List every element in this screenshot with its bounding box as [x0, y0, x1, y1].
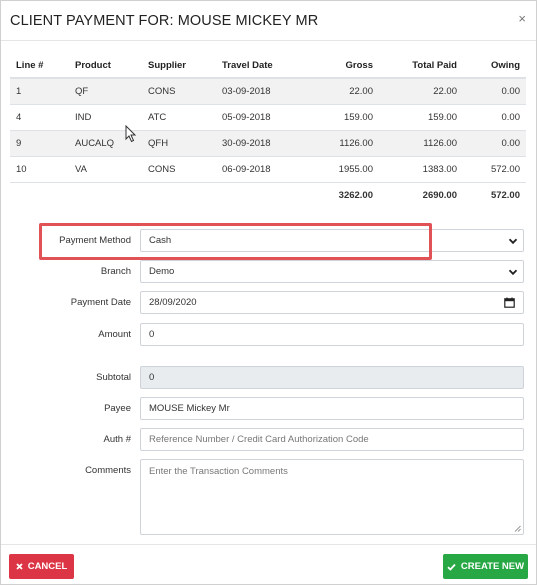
total-paid: 2690.00	[379, 181, 463, 208]
cancel-button[interactable]: CANCEL	[9, 554, 74, 579]
resize-grip-icon[interactable]	[514, 525, 521, 532]
amount-value: 0	[149, 329, 155, 340]
cancel-button-label: CANCEL	[27, 561, 68, 572]
column-header-product: Product	[69, 53, 142, 79]
payment-date-input[interactable]: 28/09/2020	[140, 291, 524, 314]
column-header-line: Line #	[10, 53, 69, 79]
subtotal-value: 0	[149, 372, 155, 383]
cell-supplier: QFH	[142, 129, 216, 156]
close-icon[interactable]: ×	[518, 11, 526, 26]
column-header-total-paid: Total Paid	[379, 53, 463, 79]
cell-gross: 1955.00	[300, 155, 379, 182]
cell-supplier: CONS	[142, 155, 216, 182]
modal-footer-divider	[1, 544, 536, 545]
branch-label: Branch	[100, 266, 131, 277]
table-row: 9 AUCALQ QFH 30-09-2018 1126.00 1126.00 …	[10, 129, 526, 156]
payment-method-highlight	[39, 223, 432, 260]
subtotal-label: Subtotal	[96, 372, 131, 383]
create-new-button[interactable]: CREATE NEW	[443, 554, 528, 579]
cell-gross: 159.00	[300, 103, 379, 130]
total-owing: 572.00	[463, 181, 526, 208]
table-row: 4 IND ATC 05-09-2018 159.00 159.00 0.00	[10, 103, 526, 130]
cell-supplier: CONS	[142, 77, 216, 104]
payment-date-value: 28/09/2020	[149, 297, 197, 308]
create-new-button-label: CREATE NEW	[460, 561, 525, 572]
cell-line: 4	[10, 103, 69, 130]
total-gross: 3262.00	[300, 181, 379, 208]
modal-header: CLIENT PAYMENT FOR: MOUSE MICKEY MR ×	[1, 1, 536, 41]
column-header-owing: Owing	[463, 53, 526, 79]
chevron-down-icon	[508, 238, 518, 245]
cell-owing: 0.00	[463, 103, 526, 130]
comments-textarea[interactable]: Enter the Transaction Comments	[140, 459, 524, 535]
cell-total-paid: 1383.00	[379, 155, 463, 182]
table-row: 10 VA CONS 06-09-2018 1955.00 1383.00 57…	[10, 155, 526, 182]
branch-select[interactable]: Demo	[140, 260, 524, 283]
times-icon	[16, 563, 23, 570]
cell-travel-date: 05-09-2018	[216, 103, 300, 130]
cell-supplier: ATC	[142, 103, 216, 130]
payee-input[interactable]: MOUSE Mickey Mr	[140, 397, 524, 420]
auth-label: Auth #	[103, 434, 131, 445]
cell-line: 1	[10, 77, 69, 104]
table-row: 1 QF CONS 03-09-2018 22.00 22.00 0.00	[10, 77, 526, 104]
modal-title: CLIENT PAYMENT FOR: MOUSE MICKEY MR	[10, 13, 319, 29]
cell-travel-date: 30-09-2018	[216, 129, 300, 156]
calendar-icon[interactable]	[504, 297, 515, 308]
payment-lines-table: Line # Product Supplier Travel Date Gros…	[10, 53, 526, 208]
column-header-travel-date: Travel Date	[216, 53, 300, 79]
check-icon	[447, 563, 456, 571]
cell-product: QF	[69, 77, 142, 104]
cell-total-paid: 159.00	[379, 103, 463, 130]
cell-gross: 22.00	[300, 77, 379, 104]
cell-travel-date: 06-09-2018	[216, 155, 300, 182]
comments-placeholder: Enter the Transaction Comments	[149, 466, 288, 477]
subtotal-field: 0	[140, 366, 524, 389]
branch-value: Demo	[149, 266, 175, 277]
cell-gross: 1126.00	[300, 129, 379, 156]
cell-owing: 0.00	[463, 129, 526, 156]
auth-placeholder: Reference Number / Credit Card Authoriza…	[149, 434, 369, 445]
cell-total-paid: 1126.00	[379, 129, 463, 156]
cell-line: 10	[10, 155, 69, 182]
comments-label: Comments	[85, 465, 131, 476]
cell-product: VA	[69, 155, 142, 182]
payee-value: MOUSE Mickey Mr	[149, 403, 230, 414]
column-header-supplier: Supplier	[142, 53, 216, 79]
payee-label: Payee	[104, 403, 131, 414]
table-header-row: Line # Product Supplier Travel Date Gros…	[10, 53, 526, 79]
chevron-down-icon	[508, 269, 518, 276]
cell-line: 9	[10, 129, 69, 156]
mouse-cursor-icon	[125, 125, 137, 143]
amount-input[interactable]: 0	[140, 323, 524, 346]
cell-owing: 0.00	[463, 77, 526, 104]
payment-date-label: Payment Date	[70, 297, 131, 308]
totals-row: 3262.00 2690.00 572.00	[10, 181, 526, 208]
cell-total-paid: 22.00	[379, 77, 463, 104]
client-payment-modal: CLIENT PAYMENT FOR: MOUSE MICKEY MR × Li…	[0, 0, 537, 585]
cell-owing: 572.00	[463, 155, 526, 182]
cell-travel-date: 03-09-2018	[216, 77, 300, 104]
auth-input[interactable]: Reference Number / Credit Card Authoriza…	[140, 428, 524, 451]
column-header-gross: Gross	[300, 53, 379, 79]
amount-label: Amount	[98, 329, 131, 340]
